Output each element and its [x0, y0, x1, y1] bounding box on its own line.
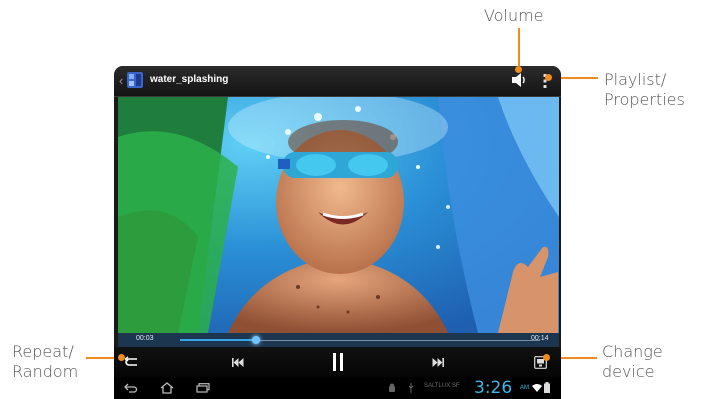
volume-callout: Volume: [484, 6, 544, 26]
clock-time: 3:26: [474, 378, 513, 398]
pause-icon: [333, 353, 343, 371]
change-device-callout: Change device: [602, 342, 663, 382]
volume-callout-label: Volume: [484, 6, 544, 25]
video-title: water_splashing: [150, 74, 229, 85]
progress-fill: [180, 339, 256, 341]
playlist-callout-dot: [545, 74, 552, 81]
recent-apps-icon[interactable]: [196, 383, 210, 393]
system-navigation-bar: SALTLUX SF 3:26 AM: [114, 377, 561, 399]
wifi-icon: [532, 384, 542, 392]
back-icon[interactable]: [124, 382, 138, 394]
previous-icon: [232, 357, 244, 367]
playback-progress-bar[interactable]: 00:03 00:14: [118, 333, 559, 347]
change-device-callout-dot: [543, 354, 550, 361]
previous-button[interactable]: [226, 347, 250, 377]
android-notification-icon: [389, 383, 395, 392]
volume-callout-dot: [515, 66, 522, 73]
clock-ampm: AM: [520, 385, 529, 391]
playback-controls: [114, 347, 561, 377]
player-title-bar: ‹ water_splashing: [114, 66, 561, 97]
carrier-label: SALTLUX SF: [424, 383, 460, 389]
pause-button[interactable]: [326, 347, 350, 377]
repeat-callout-line1: Repeat/: [12, 342, 74, 361]
elapsed-time: 00:03: [136, 335, 154, 342]
repeat-callout-dot: [118, 354, 125, 361]
progress-scrubber-handle[interactable]: [252, 336, 260, 344]
next-icon: [432, 357, 444, 367]
next-button[interactable]: [426, 347, 450, 377]
usb-icon: [408, 383, 414, 393]
playlist-callout: Playlist/ Properties: [604, 70, 685, 110]
speaker-icon[interactable]: [510, 72, 528, 88]
video-frame[interactable]: [118, 97, 559, 333]
change-device-callout-line1: Change: [602, 342, 663, 361]
change-device-button[interactable]: [530, 347, 550, 377]
battery-icon: [544, 382, 550, 393]
repeat-callout-line2: Random: [12, 362, 79, 381]
playlist-callout-line1: Playlist/: [604, 70, 667, 89]
home-icon[interactable]: [160, 382, 174, 394]
repeat-button[interactable]: [120, 347, 144, 377]
video-app-icon[interactable]: [126, 71, 144, 89]
tablet-screen: ‹ water_splashing 00:03 00:14 SALTLUX SF…: [114, 66, 561, 399]
volume-leader-line: [518, 28, 520, 68]
playlist-callout-line2: Properties: [604, 90, 685, 109]
change-device-callout-line2: device: [602, 362, 655, 381]
total-time: 00:14: [531, 335, 549, 342]
repeat-callout: Repeat/ Random: [12, 342, 78, 382]
back-caret-icon[interactable]: ‹: [119, 73, 123, 88]
repeat-icon: [125, 356, 137, 366]
